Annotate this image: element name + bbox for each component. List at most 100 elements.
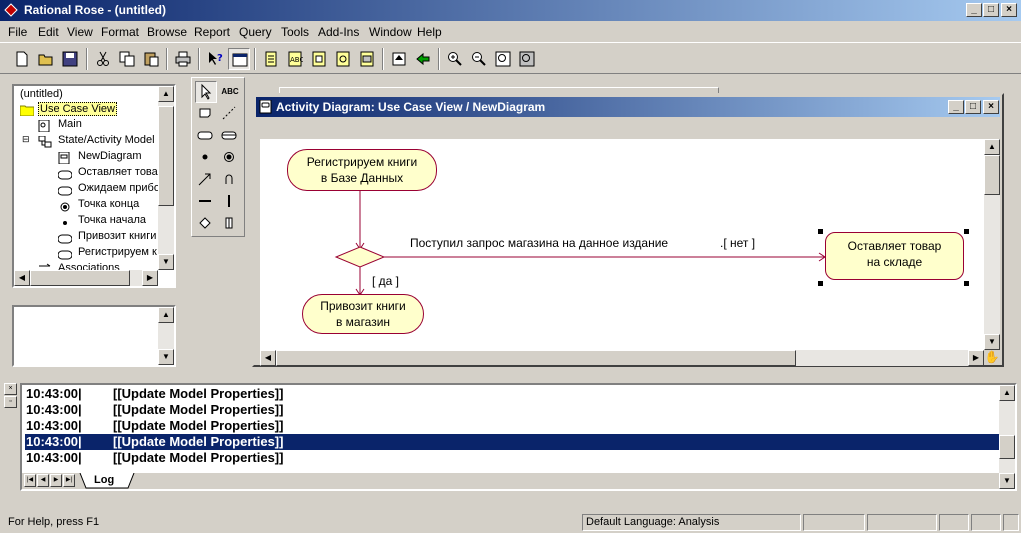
last-tab-icon[interactable]: ▶| <box>63 474 75 487</box>
scroll-up-icon[interactable]: ▲ <box>984 139 1000 155</box>
state-tool-icon[interactable] <box>195 125 217 147</box>
tree-item-end-state[interactable]: Точка конца <box>78 198 139 210</box>
log-row[interactable]: 10:43:00| [[Update Model Properties]] <box>25 402 1000 418</box>
menu-report[interactable]: Report <box>194 25 230 39</box>
app-title-bar[interactable]: Rational Rose - (untitled) _ □ × <box>0 0 1021 21</box>
scroll-right-icon[interactable]: ▶ <box>142 270 158 286</box>
scroll-down-icon[interactable]: ▼ <box>158 349 174 365</box>
tree-item-use-case-view[interactable]: Use Case View <box>38 102 117 116</box>
browse-parent-icon[interactable] <box>388 48 410 70</box>
menu-edit[interactable]: Edit <box>38 25 59 39</box>
menu-help[interactable]: Help <box>417 25 442 39</box>
view-browser-icon[interactable] <box>228 48 250 70</box>
copy-icon[interactable] <box>116 48 138 70</box>
activity-register-books[interactable]: Регистрируем книги в Базе Данных <box>287 149 437 191</box>
start-state-tool-icon[interactable] <box>195 147 217 169</box>
scroll-thumb[interactable] <box>30 270 130 286</box>
close-button[interactable]: × <box>1001 3 1017 17</box>
scroll-left-icon[interactable]: ◀ <box>260 350 276 366</box>
menu-add-ins[interactable]: Add-Ins <box>318 25 359 39</box>
diagram-minimize-button[interactable]: _ <box>948 100 964 114</box>
zoom-in-icon[interactable] <box>444 48 466 70</box>
menu-tools[interactable]: Tools <box>281 25 309 39</box>
browser-hscrollbar[interactable]: ◀ ▶ <box>14 270 158 286</box>
menu-view[interactable]: View <box>67 25 93 39</box>
menu-query[interactable]: Query <box>239 25 272 39</box>
zoom-out-icon[interactable] <box>468 48 490 70</box>
menu-window[interactable]: Window <box>369 25 412 39</box>
scroll-right-icon[interactable]: ▶ <box>968 350 984 366</box>
self-transition-tool-icon[interactable] <box>219 169 241 191</box>
activity-tool-icon[interactable] <box>219 125 241 147</box>
browse-previous-icon[interactable] <box>412 48 434 70</box>
prev-tab-icon[interactable]: ◀ <box>37 474 49 487</box>
browser-vscrollbar[interactable]: ▲ ▼ <box>158 86 174 270</box>
diagram-close-button[interactable]: × <box>983 100 999 114</box>
minimize-button[interactable]: _ <box>966 3 982 17</box>
scroll-thumb[interactable] <box>984 155 1000 195</box>
paste-icon[interactable] <box>140 48 162 70</box>
menu-browse[interactable]: Browse <box>147 25 187 39</box>
menu-file[interactable]: File <box>8 25 27 39</box>
interaction-diagram-icon[interactable]: ABC <box>284 48 306 70</box>
scroll-thumb[interactable] <box>158 106 174 206</box>
swimlane-tool-icon[interactable] <box>219 213 241 235</box>
tree-item-main[interactable]: Main <box>58 118 82 130</box>
log-row-selected[interactable]: 10:43:00| [[Update Model Properties]] <box>25 434 1000 450</box>
guard-no-label[interactable]: .[ нет ] <box>720 236 755 250</box>
transition-label[interactable]: Поступил запрос магазина на данное издан… <box>410 236 668 250</box>
diagram-canvas[interactable]: Регистрируем книги в Базе Данных Оставля… <box>260 139 984 350</box>
activity-bring-books[interactable]: Привозит книги в магазин <box>302 294 424 334</box>
maximize-button[interactable]: □ <box>983 3 999 17</box>
scroll-up-icon[interactable]: ▲ <box>158 307 174 323</box>
tree-item-activity-3[interactable]: Привозит книги <box>78 230 156 242</box>
scroll-up-icon[interactable]: ▲ <box>999 385 1015 401</box>
vertical-sync-tool-icon[interactable] <box>219 191 241 213</box>
new-icon[interactable] <box>11 48 33 70</box>
log-dock-handle[interactable]: × ▫ <box>4 381 20 411</box>
deployment-diagram-icon[interactable] <box>356 48 378 70</box>
selection-tool-icon[interactable] <box>195 81 217 103</box>
log-row[interactable]: 10:43:00| [[Update Model Properties]] <box>25 418 1000 434</box>
scroll-thumb[interactable] <box>999 435 1015 459</box>
tree-item-newdiagram[interactable]: NewDiagram <box>78 150 142 162</box>
tree-item-activity-2[interactable]: Ожидаем прибо <box>78 182 160 194</box>
pan-hand-icon[interactable]: ✋ <box>984 350 1000 366</box>
scroll-down-icon[interactable]: ▼ <box>158 254 174 270</box>
scroll-up-icon[interactable]: ▲ <box>158 86 174 102</box>
class-diagram-icon[interactable] <box>260 48 282 70</box>
log-tab[interactable]: Log <box>94 474 114 486</box>
statechart-diagram-icon[interactable] <box>332 48 354 70</box>
transition-tool-icon[interactable] <box>195 169 217 191</box>
scroll-down-icon[interactable]: ▼ <box>984 334 1000 350</box>
tree-item-activity-4[interactable]: Регистрируем к <box>78 246 157 258</box>
tree-item-activity-1[interactable]: Оставляет товар <box>78 166 164 178</box>
save-icon[interactable] <box>59 48 81 70</box>
tree-item-state-activity-model[interactable]: State/Activity Model <box>58 134 155 146</box>
log-row[interactable]: 10:43:00| [[Update Model Properties]] <box>25 386 1000 402</box>
activity-leave-goods[interactable]: Оставляет товар на складе <box>825 232 964 280</box>
tree-expand-icon[interactable]: ⊟ <box>22 134 30 145</box>
scroll-thumb[interactable] <box>276 350 796 366</box>
first-tab-icon[interactable]: |◀ <box>24 474 36 487</box>
tree-root[interactable]: (untitled) <box>20 88 63 100</box>
context-help-icon[interactable]: ? <box>204 48 226 70</box>
log-vscrollbar[interactable]: ▲ ▼ <box>999 385 1015 489</box>
horizontal-sync-tool-icon[interactable] <box>195 191 217 213</box>
diagram-vscrollbar[interactable]: ▲ ▼ <box>984 139 1000 350</box>
next-tab-icon[interactable]: ▶ <box>50 474 62 487</box>
text-tool-icon[interactable]: ABC <box>219 81 241 103</box>
log-row[interactable]: 10:43:00| [[Update Model Properties]] <box>25 450 1000 466</box>
resize-grip-icon[interactable] <box>1003 514 1019 531</box>
menu-format[interactable]: Format <box>101 25 139 39</box>
end-state-tool-icon[interactable] <box>219 147 241 169</box>
cut-icon[interactable] <box>92 48 114 70</box>
diagram-title-bar[interactable]: Activity Diagram: Use Case View / NewDia… <box>256 97 1000 117</box>
fit-in-window-icon[interactable] <box>492 48 514 70</box>
undo-fit-icon[interactable] <box>516 48 538 70</box>
tree-item-start-state[interactable]: Точка начала <box>78 214 146 226</box>
scroll-left-icon[interactable]: ◀ <box>14 270 30 286</box>
note-tool-icon[interactable] <box>195 103 217 125</box>
doc-vscrollbar[interactable]: ▲ ▼ <box>158 307 174 365</box>
activity-diagram-window[interactable]: Activity Diagram: Use Case View / NewDia… <box>252 93 1004 367</box>
